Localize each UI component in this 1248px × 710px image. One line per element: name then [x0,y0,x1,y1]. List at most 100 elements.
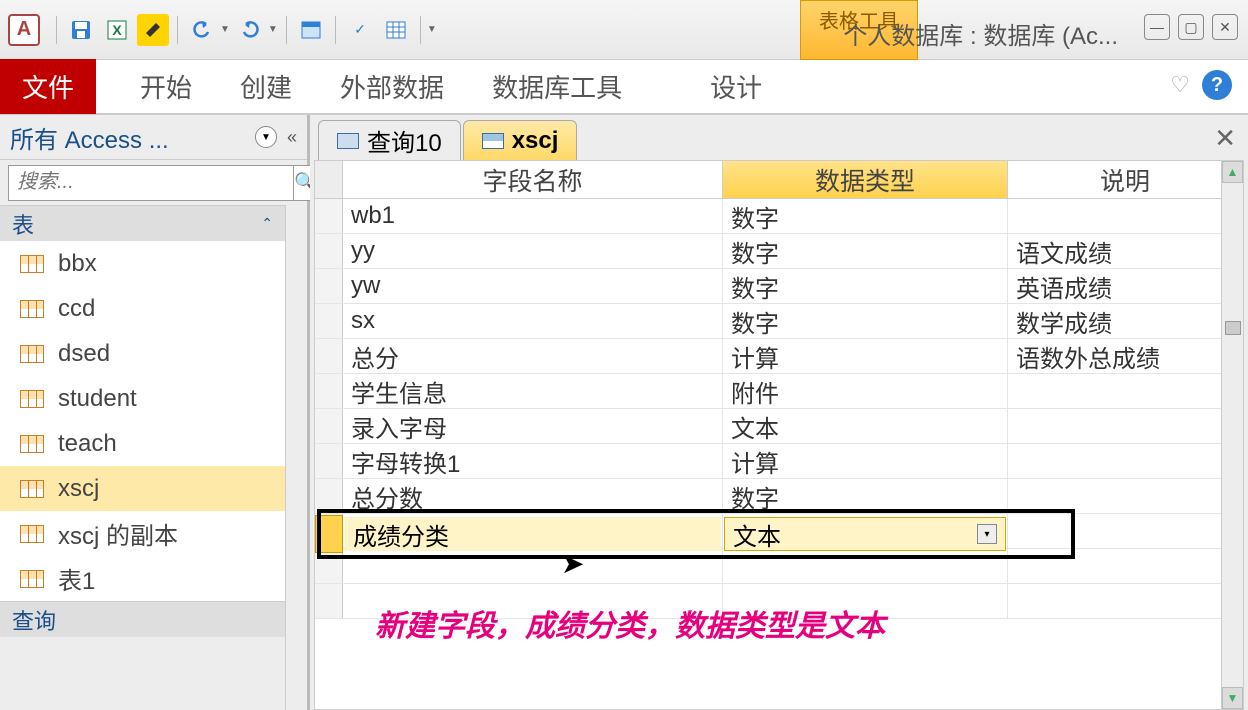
qat-customize-icon[interactable]: ▼ [427,24,437,35]
table-row[interactable]: wb1数字 [315,199,1243,234]
field-name-cell[interactable]: 总分 [343,339,723,373]
scroll-down-icon[interactable]: ▼ [1222,687,1243,709]
data-type-cell[interactable]: 数字 [723,234,1008,268]
tab-design[interactable]: 设计 [686,59,786,114]
header-data-type[interactable]: 数据类型 [723,161,1008,198]
data-type-cell[interactable]: 文本 [723,409,1008,443]
excel-export-icon[interactable]: X [101,14,133,46]
highlight-icon[interactable] [137,14,169,46]
doc-close-icon[interactable]: ✕ [1214,123,1236,154]
table-row[interactable]: yy数字语文成绩 [315,234,1243,269]
redo-dropdown-icon[interactable]: ▼ [268,24,278,35]
data-type-cell[interactable]: 计算 [723,339,1008,373]
table-row[interactable]: 学生信息附件 [315,374,1243,409]
nav-collapse-icon[interactable]: « [287,127,297,148]
tab-create[interactable]: 创建 [216,59,316,114]
navigation-pane: 所有 Access ... ▼ « 🔍 表⌃ bbxccddsedstudent… [0,115,310,710]
description-cell[interactable] [1008,444,1243,478]
field-name-cell[interactable]: 学生信息 [343,374,723,408]
field-name-cell[interactable]: wb1 [343,199,723,233]
save-icon[interactable] [65,14,97,46]
heart-icon[interactable]: ♡ [1170,72,1190,98]
row-selector[interactable] [315,269,343,303]
table-row[interactable]: 总分计算语数外总成绩 [315,339,1243,374]
row-selector[interactable] [315,304,343,338]
vertical-scrollbar[interactable]: ▲ ▼ [1221,161,1243,709]
field-name-cell[interactable]: 总分数 [343,479,723,513]
table-row[interactable]: yw数字英语成绩 [315,269,1243,304]
spelling-icon[interactable]: ✓ [344,14,376,46]
nav-table-item[interactable]: 表1 [0,556,285,601]
nav-table-item[interactable]: ccd [0,286,285,331]
nav-group-tables[interactable]: 表⌃ [0,205,285,241]
type-dropdown-icon[interactable]: ▾ [977,524,997,544]
description-cell[interactable]: 数学成绩 [1008,304,1243,338]
table-row[interactable]: sx数字数学成绩 [315,304,1243,339]
row-selector[interactable] [315,199,343,233]
data-type-cell[interactable]: 数字 [723,199,1008,233]
row-selector[interactable] [315,234,343,268]
table-row[interactable]: 总分数数字 [315,479,1243,514]
row-selector[interactable] [315,479,343,513]
tab-external-data[interactable]: 外部数据 [316,59,468,114]
nav-dropdown-icon[interactable]: ▼ [255,126,277,148]
file-tab[interactable]: 文件 [0,59,96,114]
row-selector[interactable] [315,444,343,478]
nav-scrollbar[interactable] [285,205,307,710]
nav-search-input[interactable] [8,165,294,201]
doc-tab-xscj[interactable]: xscj [463,120,578,160]
active-field-cell[interactable]: 成绩分类 [345,517,721,551]
header-description[interactable]: 说明 [1008,161,1243,198]
nav-table-item[interactable]: bbx [0,241,285,286]
description-cell[interactable]: 语文成绩 [1008,234,1243,268]
close-button[interactable]: ✕ [1212,14,1238,40]
description-cell[interactable] [1008,479,1243,513]
datasheet-icon[interactable] [380,14,412,46]
nav-table-item[interactable]: dsed [0,331,285,376]
row-selector[interactable] [315,339,343,373]
nav-table-item[interactable]: xscj [0,466,285,511]
field-name-cell[interactable]: yw [343,269,723,303]
undo-icon[interactable] [186,14,218,46]
table-icon [20,300,44,318]
data-type-cell[interactable]: 数字 [723,269,1008,303]
field-name-cell[interactable]: 字母转换1 [343,444,723,478]
nav-table-item[interactable]: student [0,376,285,421]
data-type-cell[interactable]: 附件 [723,374,1008,408]
tab-database-tools[interactable]: 数据库工具 [468,59,646,114]
field-name-cell[interactable]: sx [343,304,723,338]
description-cell[interactable]: 语数外总成绩 [1008,339,1243,373]
table-icon [20,570,44,588]
maximize-button[interactable]: ▢ [1178,14,1204,40]
active-type-cell[interactable]: 文本 ▾ [724,517,1006,551]
description-cell[interactable] [1008,199,1243,233]
field-name-cell[interactable]: yy [343,234,723,268]
nav-table-item[interactable]: xscj 的副本 [0,511,285,556]
header-field-name[interactable]: 字段名称 [343,161,723,198]
tab-home[interactable]: 开始 [116,59,216,114]
data-type-cell[interactable]: 数字 [723,304,1008,338]
description-cell[interactable] [1008,409,1243,443]
scroll-thumb[interactable] [1225,321,1241,335]
row-selector[interactable] [315,409,343,443]
table-row[interactable] [315,549,1243,584]
description-cell[interactable]: 英语成绩 [1008,269,1243,303]
table-row[interactable]: 字母转换1计算 [315,444,1243,479]
doc-tab-query10[interactable]: 查询10 [318,120,461,160]
help-icon[interactable]: ? [1202,70,1232,100]
scroll-up-icon[interactable]: ▲ [1222,161,1243,183]
data-type-cell[interactable]: 数字 [723,479,1008,513]
nav-table-item[interactable]: teach [0,421,285,466]
nav-title[interactable]: 所有 Access ... [10,120,255,155]
description-cell[interactable] [1008,374,1243,408]
undo-dropdown-icon[interactable]: ▼ [220,24,230,35]
nav-group-queries[interactable]: 查询 [0,601,285,637]
row-selector[interactable] [315,374,343,408]
data-type-cell[interactable]: 计算 [723,444,1008,478]
minimize-button[interactable]: — [1144,14,1170,40]
field-name-cell[interactable]: 录入字母 [343,409,723,443]
row-selector-active[interactable] [315,515,343,553]
form-icon[interactable] [295,14,327,46]
redo-icon[interactable] [234,14,266,46]
table-row[interactable]: 录入字母文本 [315,409,1243,444]
